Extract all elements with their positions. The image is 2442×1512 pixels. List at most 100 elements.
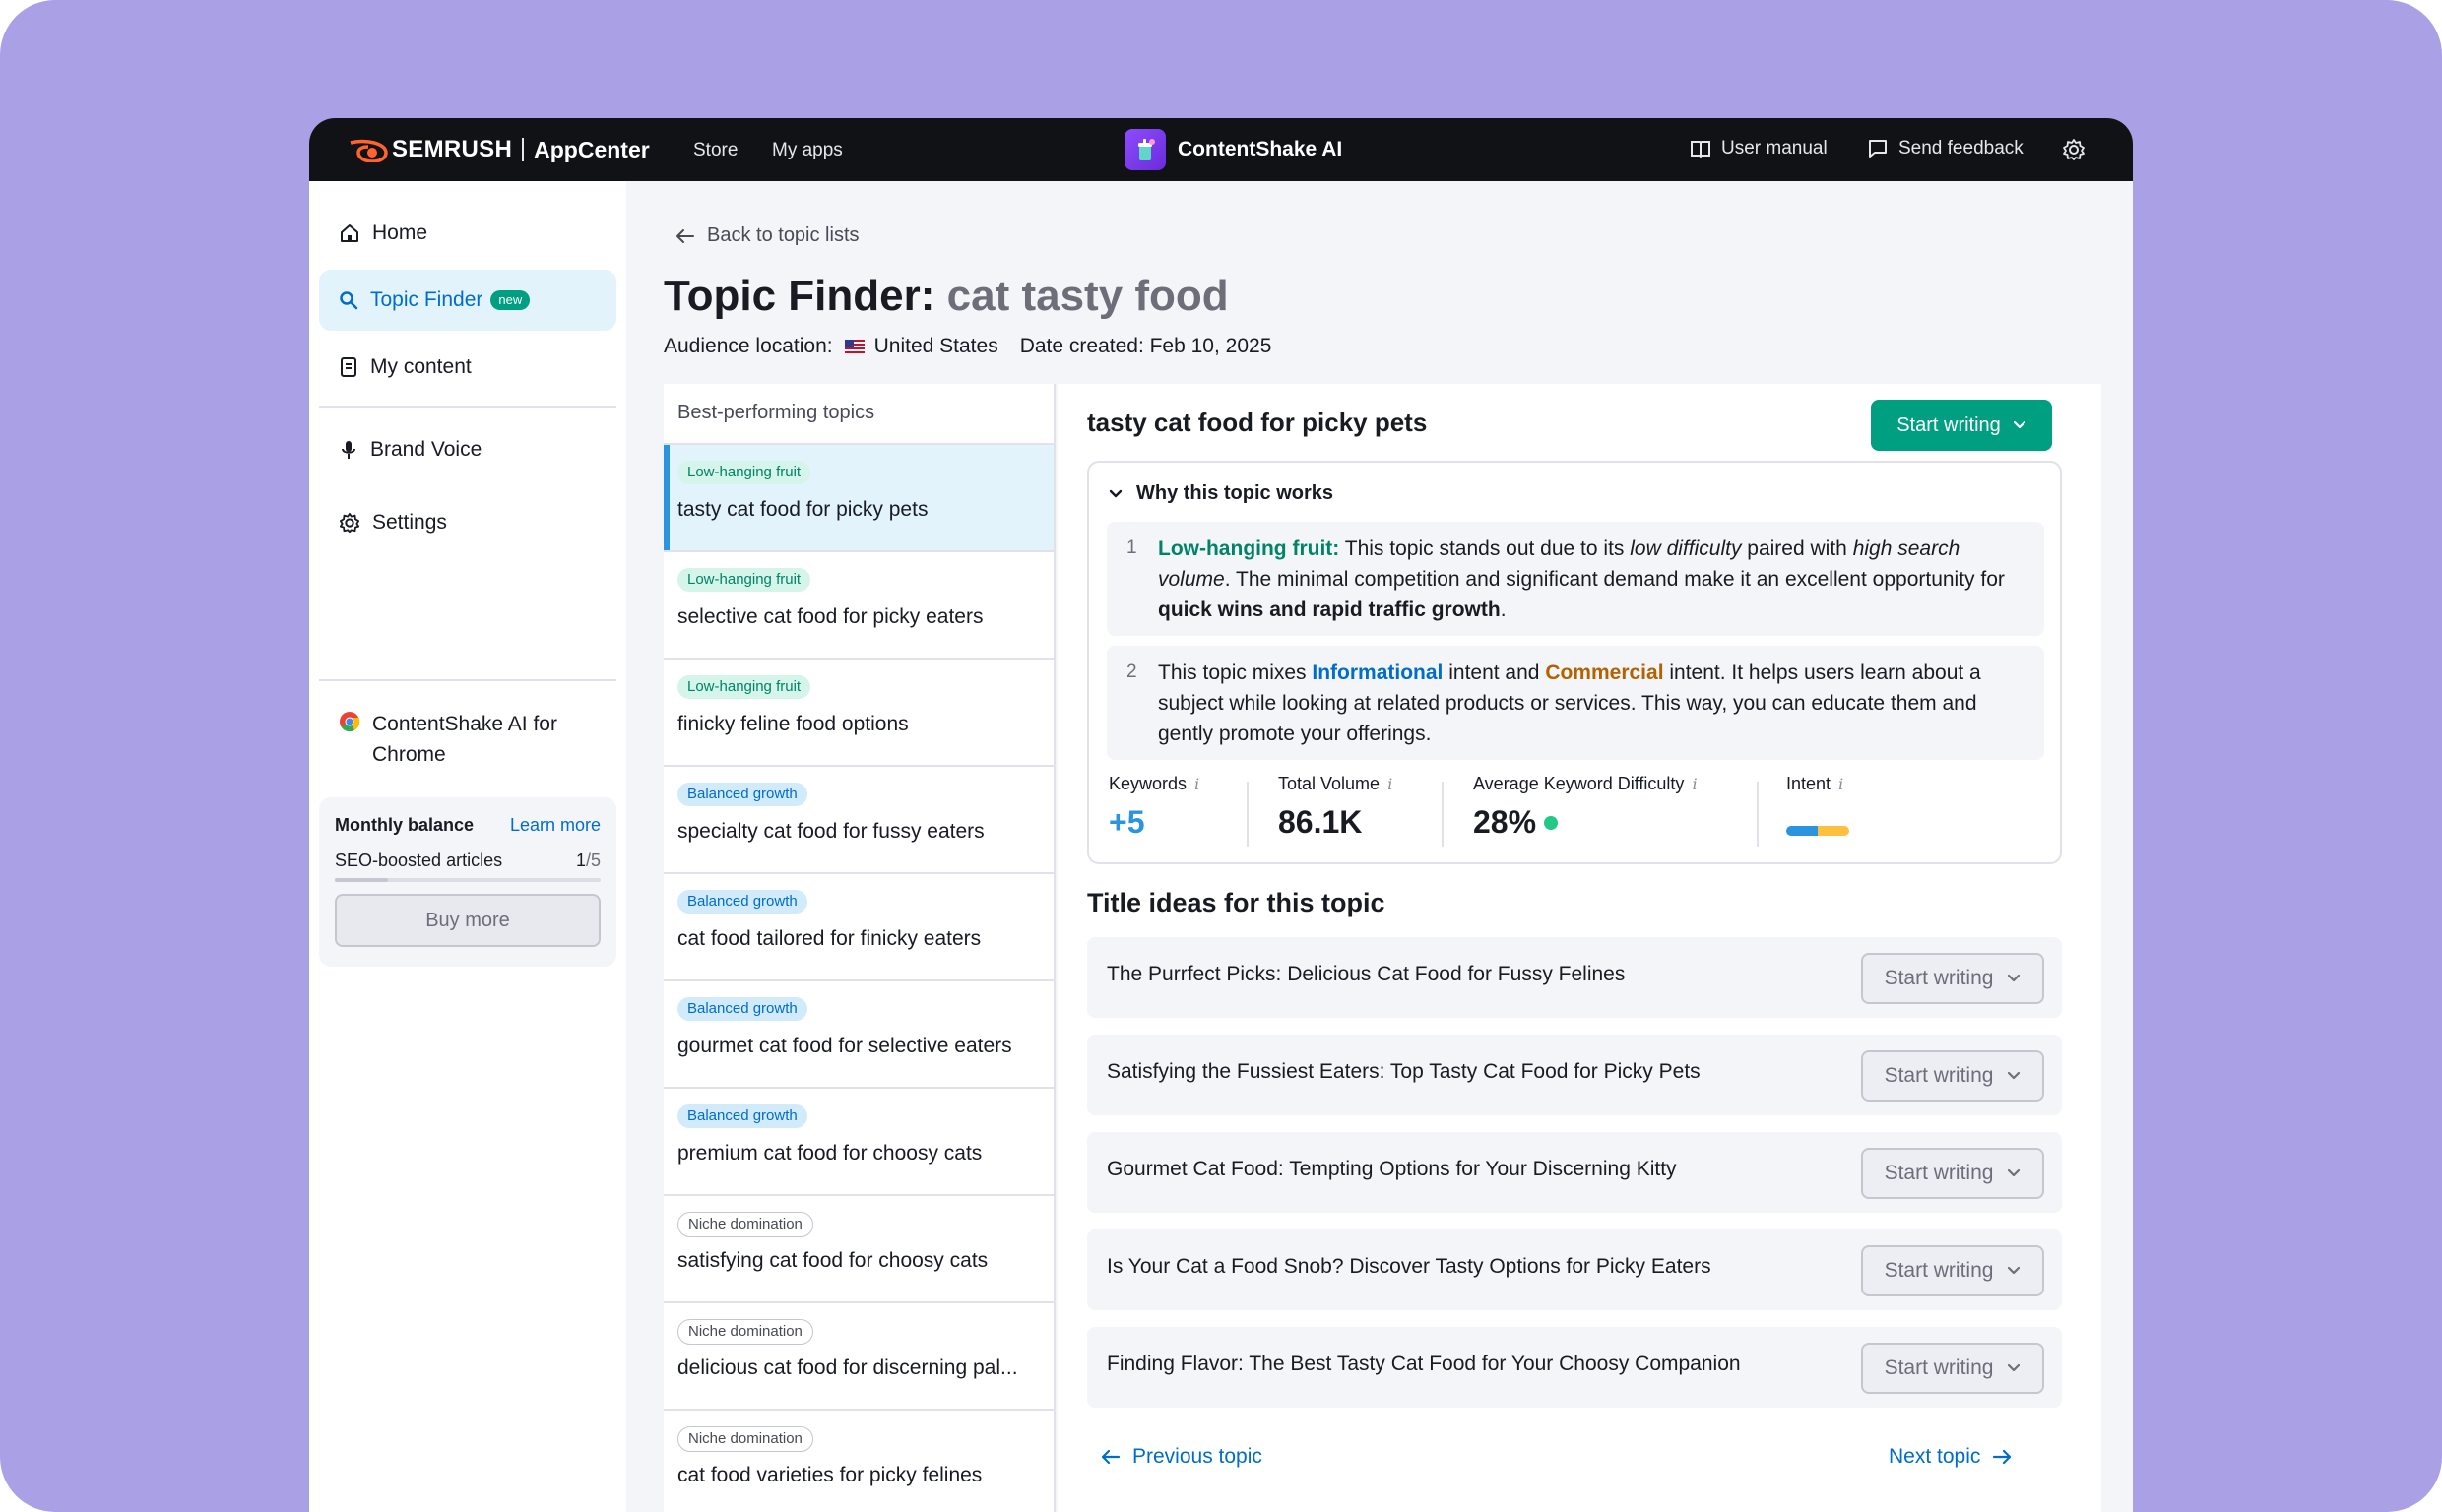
sidebar-label-topic-finder: Topic Finder bbox=[370, 288, 483, 311]
reason-emphasis: low difficulty bbox=[1630, 537, 1742, 560]
info-icon[interactable]: i bbox=[1692, 775, 1697, 793]
nav-store[interactable]: Store bbox=[693, 140, 738, 161]
topic-tag: Niche domination bbox=[677, 1212, 813, 1237]
sidebar-item-my-content[interactable]: My content bbox=[319, 337, 616, 398]
next-topic-label: Next topic bbox=[1889, 1445, 1981, 1468]
learn-more-link[interactable]: Learn more bbox=[510, 815, 601, 836]
list-item[interactable]: Balanced growth premium cat food for cho… bbox=[664, 1089, 1054, 1196]
start-writing-label: Start writing bbox=[1884, 967, 1994, 989]
book-icon bbox=[1691, 141, 1710, 158]
topic-detail-panel: tasty cat food for picky pets Start writ… bbox=[1058, 384, 2101, 1512]
intent-informational: Informational bbox=[1312, 662, 1444, 684]
start-writing-button[interactable]: Start writing bbox=[1871, 400, 2052, 451]
list-item[interactable]: Low-hanging fruit tasty cat food for pic… bbox=[664, 445, 1054, 552]
user-manual-label: User manual bbox=[1721, 138, 1828, 158]
list-item[interactable]: Low-hanging fruit finicky feline food op… bbox=[664, 660, 1054, 767]
back-to-topic-lists-link[interactable]: Back to topic lists bbox=[675, 224, 860, 247]
stat-label: Total Volume bbox=[1278, 774, 1381, 793]
send-feedback-link[interactable]: Send feedback bbox=[1867, 138, 2024, 159]
list-item[interactable]: Niche domination satisfying cat food for… bbox=[664, 1196, 1054, 1303]
topic-title: satisfying cat food for choosy cats bbox=[677, 1249, 989, 1272]
balance-progress-fill bbox=[335, 878, 388, 882]
reason-strong: quick wins and rapid traffic growth bbox=[1158, 598, 1501, 621]
back-label: Back to topic lists bbox=[707, 224, 860, 246]
stat-label: Average Keyword Difficulty bbox=[1473, 774, 1685, 793]
buy-more-button[interactable]: Buy more bbox=[335, 894, 601, 947]
sidebar-label-chrome-extension: ContentShake AI for Chrome bbox=[372, 713, 557, 766]
sidebar-item-chrome-extension[interactable]: ContentShake AI for Chrome bbox=[319, 693, 616, 782]
date-created: Date created: Feb 10, 2025 bbox=[1019, 335, 1272, 357]
reason-item: 2 This topic mixes Informational intent … bbox=[1107, 646, 2044, 760]
intent-bar[interactable] bbox=[1786, 826, 1849, 836]
start-writing-button[interactable]: Start writing bbox=[1861, 1050, 2044, 1102]
topic-tag: Balanced growth bbox=[677, 997, 807, 1021]
app-name: ContentShake AI bbox=[1178, 138, 1343, 160]
start-writing-button[interactable]: Start writing bbox=[1861, 1343, 2044, 1394]
search-icon bbox=[340, 291, 358, 310]
stat-divider bbox=[1757, 782, 1759, 847]
topic-tag: Low-hanging fruit bbox=[677, 568, 811, 592]
start-writing-button[interactable]: Start writing bbox=[1861, 953, 2044, 1004]
app-window: SEMRUSH AppCenter Store My apps ContentS… bbox=[309, 118, 2133, 1512]
list-item[interactable]: Low-hanging fruit selective cat food for… bbox=[664, 552, 1054, 660]
sidebar-item-topic-finder[interactable]: Topic Finder new bbox=[319, 270, 616, 331]
sidebar-divider bbox=[319, 406, 616, 408]
nav-my-apps[interactable]: My apps bbox=[772, 140, 843, 161]
start-writing-button[interactable]: Start writing bbox=[1861, 1148, 2044, 1199]
topic-title: cat food varieties for picky felines bbox=[677, 1464, 983, 1486]
next-topic-link[interactable]: Next topic bbox=[1889, 1445, 2012, 1469]
chevron-down-icon bbox=[1109, 489, 1123, 497]
start-writing-label: Start writing bbox=[1884, 1356, 1994, 1379]
list-item[interactable]: Balanced growth cat food tailored for fi… bbox=[664, 874, 1054, 981]
title-idea-row: Satisfying the Fussiest Eaters: Top Tast… bbox=[1087, 1035, 2062, 1115]
info-icon[interactable]: i bbox=[1194, 775, 1199, 793]
stat-divider bbox=[1247, 782, 1249, 847]
list-item[interactable]: Balanced growth specialty cat food for f… bbox=[664, 767, 1054, 874]
start-writing-label: Start writing bbox=[1884, 1162, 1994, 1184]
why-this-topic-works-toggle[interactable]: Why this topic works bbox=[1109, 482, 1333, 505]
balance-label: SEO-boosted articles bbox=[335, 850, 503, 870]
audience-value: United States bbox=[873, 335, 998, 357]
stat-label: Intent bbox=[1786, 774, 1832, 793]
chevron-down-icon bbox=[2008, 1168, 2021, 1177]
sidebar-label-settings: Settings bbox=[372, 511, 447, 534]
previous-topic-link[interactable]: Previous topic bbox=[1101, 1445, 1262, 1469]
info-icon[interactable]: i bbox=[1838, 775, 1843, 793]
user-manual-link[interactable]: User manual bbox=[1690, 138, 1828, 159]
reason-text-segment: . The minimal competition and significan… bbox=[1224, 568, 2005, 591]
start-writing-button[interactable]: Start writing bbox=[1861, 1245, 2044, 1296]
topic-title: selective cat food for picky eaters bbox=[677, 605, 984, 628]
sidebar-item-settings[interactable]: Settings bbox=[319, 492, 616, 553]
microphone-icon bbox=[342, 441, 355, 459]
keyword-difficulty-value: 28% bbox=[1473, 804, 1537, 840]
intent-commercial: Commercial bbox=[1545, 662, 1664, 684]
reason-lead: Low-hanging fruit: bbox=[1158, 537, 1340, 560]
feedback-icon bbox=[1869, 140, 1887, 158]
topic-title: cat food tailored for finicky eaters bbox=[677, 927, 982, 950]
list-item[interactable]: Niche domination cat food varieties for … bbox=[664, 1411, 1054, 1512]
keywords-value[interactable]: +5 bbox=[1109, 804, 1199, 841]
brand-app: AppCenter bbox=[534, 136, 650, 162]
send-feedback-label: Send feedback bbox=[1898, 138, 2024, 158]
list-item[interactable]: Balanced growth gourmet cat food for sel… bbox=[664, 981, 1054, 1089]
intent-segment-informational bbox=[1786, 826, 1818, 836]
topic-tag: Balanced growth bbox=[677, 1104, 807, 1128]
stat-label: Keywords bbox=[1109, 774, 1188, 793]
start-writing-label: Start writing bbox=[1896, 413, 2001, 436]
topic-tag: Balanced growth bbox=[677, 783, 807, 806]
arrow-left-icon bbox=[1101, 1449, 1121, 1465]
semrush-logo[interactable]: SEMRUSH AppCenter bbox=[349, 136, 650, 163]
home-icon bbox=[341, 224, 358, 242]
balance-progress-bar bbox=[335, 878, 601, 882]
title-ideas-heading: Title ideas for this topic bbox=[1087, 888, 1385, 917]
sidebar-item-home[interactable]: Home bbox=[319, 203, 616, 264]
page-title: Topic Finder: cat tasty food bbox=[664, 272, 1229, 321]
balance-title: Monthly balance bbox=[335, 815, 475, 835]
list-item[interactable]: Niche domination delicious cat food for … bbox=[664, 1303, 1054, 1411]
settings-gear-icon[interactable] bbox=[2062, 138, 2086, 161]
info-icon[interactable]: i bbox=[1387, 775, 1392, 793]
reason-item: 1 Low-hanging fruit: This topic stands o… bbox=[1107, 522, 2044, 636]
sidebar-item-brand-voice[interactable]: Brand Voice bbox=[319, 419, 616, 480]
current-app[interactable]: ContentShake AI bbox=[1125, 128, 1342, 171]
reason-text: This topic mixes Informational intent an… bbox=[1158, 658, 2024, 749]
